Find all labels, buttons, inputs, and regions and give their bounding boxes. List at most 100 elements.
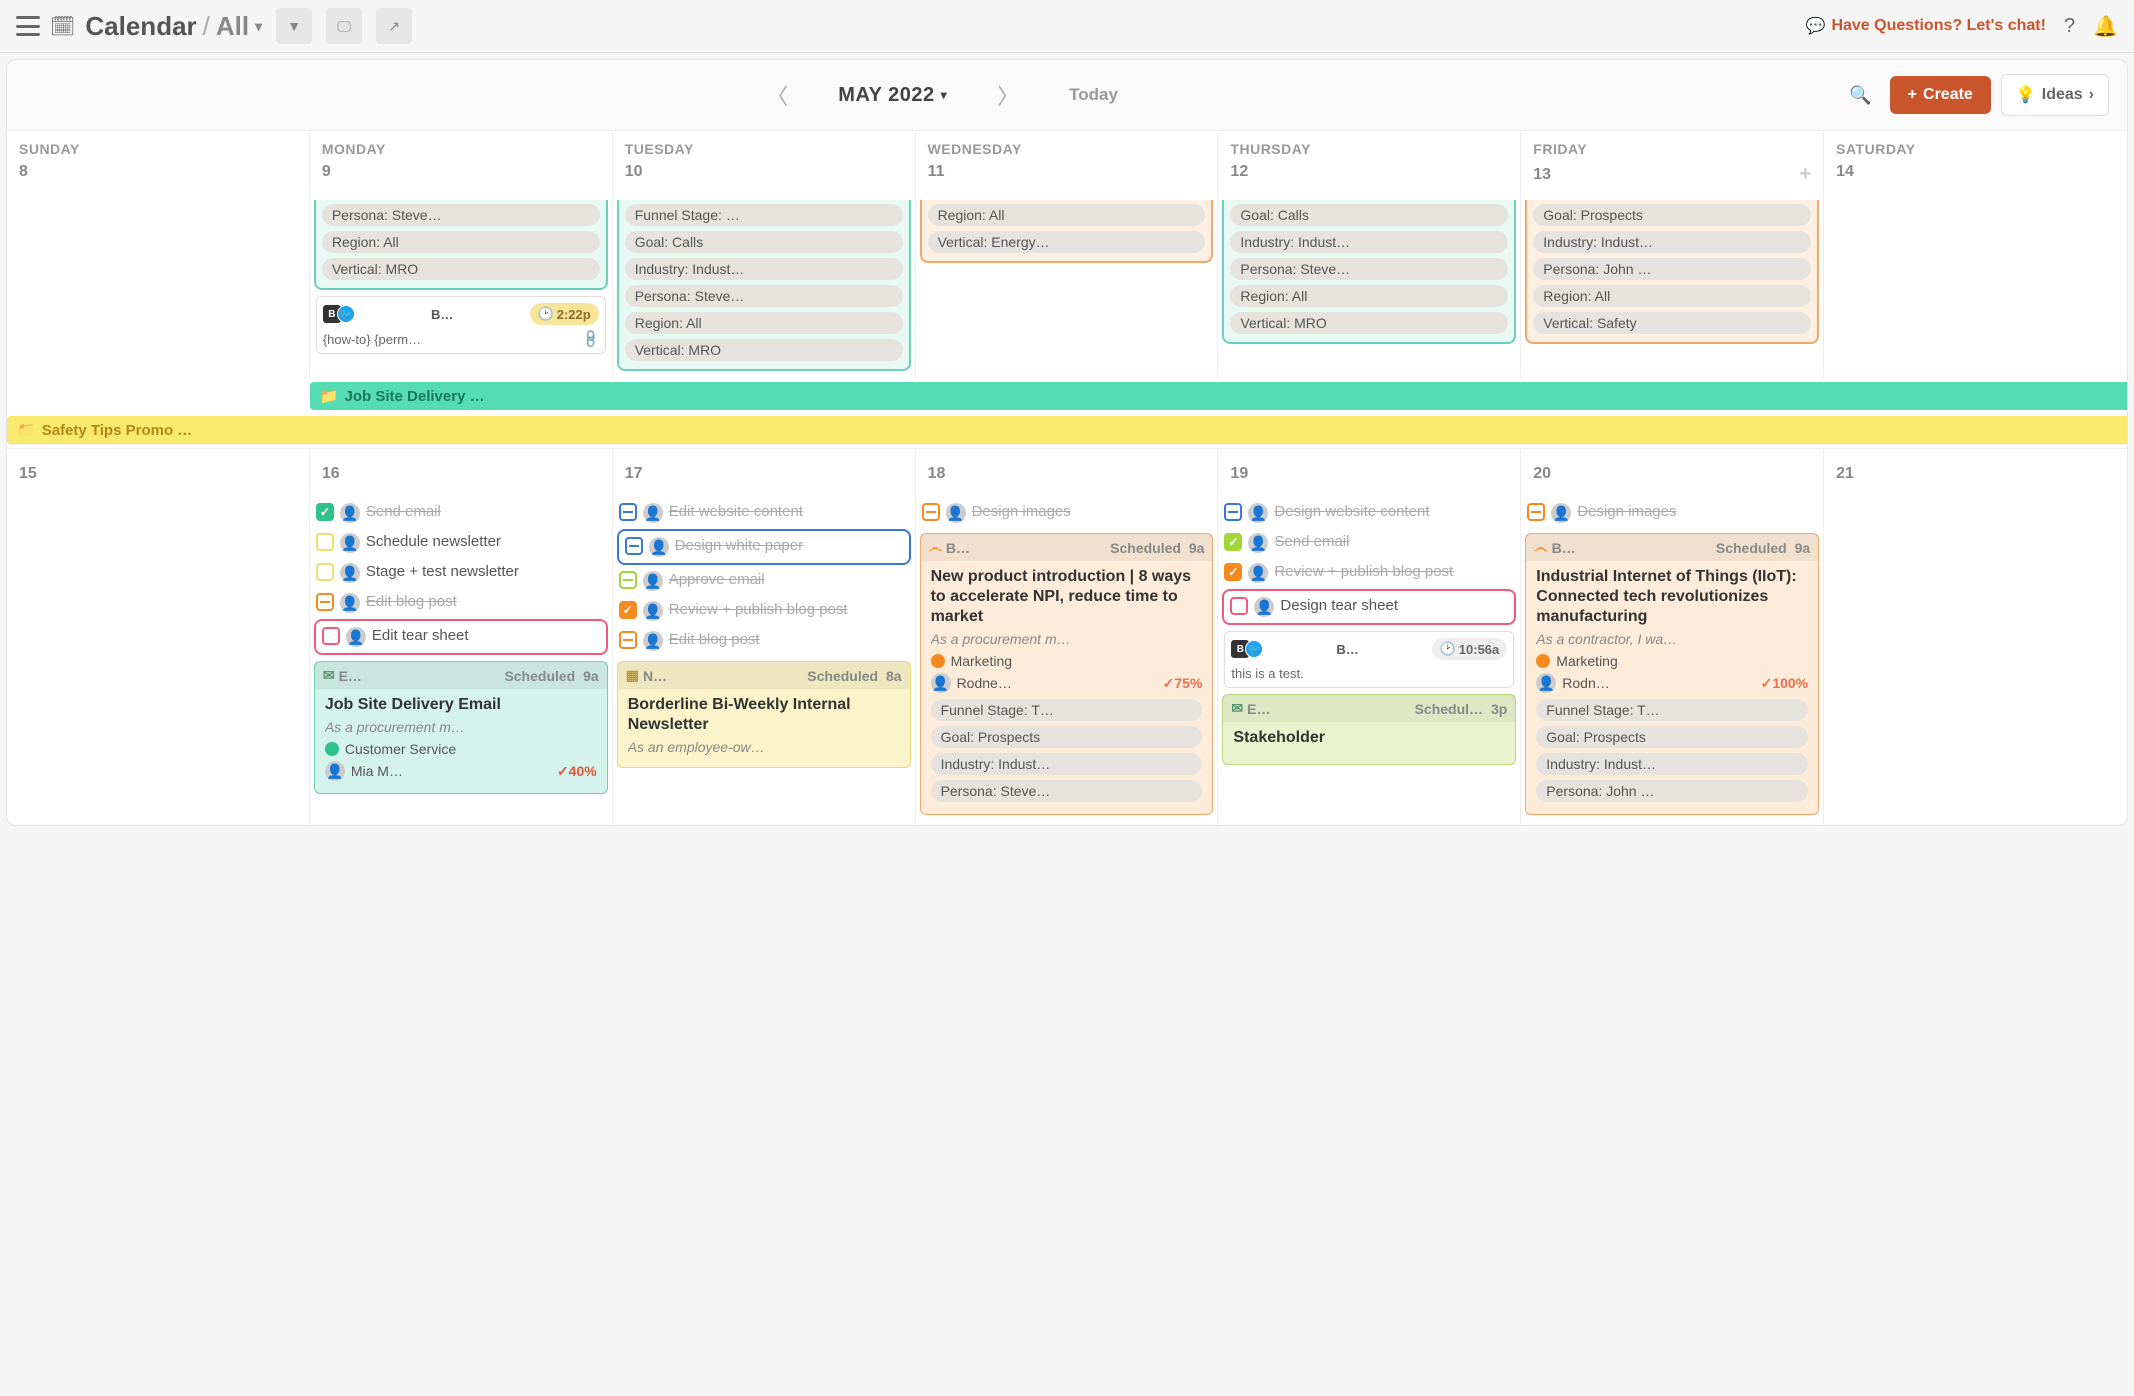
tag: Vertical: MRO	[1230, 312, 1508, 334]
checkbox-icon[interactable]	[316, 533, 334, 551]
checkbox-icon[interactable]	[619, 503, 637, 521]
task-item[interactable]: 👤Approve email	[617, 567, 911, 595]
tag: Region: All	[928, 204, 1206, 226]
tag-block[interactable]: Persona: Steve… Region: All Vertical: MR…	[314, 200, 608, 290]
task-item[interactable]: 👤Edit website content	[617, 499, 911, 527]
avatar: 👤	[946, 503, 966, 523]
checkbox-icon[interactable]	[625, 537, 643, 555]
checkbox-icon[interactable]: ✓	[316, 503, 334, 521]
task-label: Stage + test newsletter	[366, 563, 519, 581]
content-card[interactable]: ✉E…Scheduled 9a Job Site Delivery Email …	[314, 661, 608, 794]
task-item[interactable]: 👤Edit blog post	[314, 589, 608, 617]
content-card[interactable]: ෴B…Scheduled 9a New product introduction…	[920, 533, 1214, 815]
category-dot	[325, 742, 339, 756]
task-label: Approve email	[669, 571, 765, 589]
avatar: 👤	[1551, 503, 1571, 523]
task-item[interactable]: 👤Design tear sheet	[1222, 589, 1516, 625]
share-button[interactable]: ↗	[376, 8, 412, 44]
progress-pct: ✓75%	[1163, 675, 1203, 692]
breadcrumb: Calendar / All ▾	[85, 11, 262, 42]
task-item[interactable]: 👤Design images	[1525, 499, 1819, 527]
filter-button[interactable]: ▼	[276, 8, 312, 44]
avatar: 👤	[1254, 597, 1274, 617]
checkbox-icon[interactable]	[619, 571, 637, 589]
chat-label: Have Questions? Let's chat!	[1831, 17, 2046, 35]
breadcrumb-scope[interactable]: All	[216, 11, 249, 42]
day-name: THURSDAY	[1230, 141, 1508, 157]
task-item[interactable]: ✓👤Send email	[314, 499, 608, 527]
social-body: this is a test.	[1231, 666, 1303, 681]
tag-block[interactable]: Goal: Prospects Industry: Indust… Person…	[1525, 200, 1819, 344]
task-item[interactable]: ✓👤Review + publish blog post	[1222, 559, 1516, 587]
checkbox-icon[interactable]: ✓	[1224, 533, 1242, 551]
checkbox-icon[interactable]	[316, 563, 334, 581]
lightbulb-icon: 💡	[2016, 85, 2036, 105]
ideas-button[interactable]: 💡 Ideas ›	[2001, 74, 2109, 116]
rss-icon: ෴	[1534, 539, 1547, 556]
avatar: 👤	[643, 503, 663, 523]
task-item[interactable]: 👤Edit tear sheet	[314, 619, 608, 655]
create-button[interactable]: + Create	[1890, 76, 1991, 114]
task-item[interactable]: 👤Design images	[920, 499, 1214, 527]
help-icon[interactable]: ?	[2064, 15, 2075, 38]
tag: Persona: John …	[1533, 258, 1811, 280]
checkbox-icon[interactable]	[316, 593, 334, 611]
month-label: MAY 2022	[838, 84, 934, 107]
task-label: Edit blog post	[366, 593, 457, 611]
checkbox-icon[interactable]	[1527, 503, 1545, 521]
category-label: Marketing	[951, 653, 1012, 669]
tag: Persona: Steve…	[322, 204, 600, 226]
avatar: 👤	[931, 673, 951, 693]
link-icon: 🔗	[579, 328, 602, 351]
checkbox-icon[interactable]	[619, 631, 637, 649]
day-num: 16	[322, 465, 600, 483]
chat-link[interactable]: 💬 Have Questions? Let's chat!	[1806, 16, 2046, 36]
day-num: 20	[1533, 465, 1811, 483]
task-label: Send email	[1274, 533, 1349, 551]
content-card[interactable]: ✉E…Schedul… 3p Stakeholder	[1222, 694, 1516, 765]
search-icon[interactable]: 🔍	[1849, 85, 1871, 106]
card-title: New product introduction | 8 ways to acc…	[931, 567, 1203, 627]
tag-block[interactable]: Region: All Vertical: Energy…	[920, 200, 1214, 263]
content-card[interactable]: ▦N…Scheduled 8a Borderline Bi-Weekly Int…	[617, 661, 911, 768]
menu-icon[interactable]	[16, 16, 40, 36]
checkbox-icon[interactable]: ✓	[1224, 563, 1242, 581]
task-item[interactable]: 👤Design white paper	[617, 529, 911, 565]
project-span-bar[interactable]: 📁 Safety Tips Promo …	[7, 416, 2127, 445]
task-item[interactable]: 👤Design website content	[1222, 499, 1516, 527]
day-name: SUNDAY	[19, 141, 297, 157]
person-name: Mia M…	[351, 763, 551, 779]
task-item[interactable]: 👤Edit blog post	[617, 627, 911, 655]
checkbox-icon[interactable]	[1224, 503, 1242, 521]
task-item[interactable]: ✓👤Review + publish blog post	[617, 597, 911, 625]
avatar: 👤	[1536, 673, 1556, 693]
chevron-down-icon[interactable]: ▾	[255, 18, 262, 35]
checkbox-icon[interactable]: ✓	[619, 601, 637, 619]
tag-block[interactable]: Goal: Calls Industry: Indust… Persona: S…	[1222, 200, 1516, 344]
prev-arrow-icon[interactable]: 〈	[756, 75, 798, 115]
avatar: 👤	[346, 627, 366, 647]
project-span-bar[interactable]: 📁 Job Site Delivery …	[310, 382, 2127, 410]
tag: Funnel Stage: …	[625, 204, 903, 226]
next-arrow-icon[interactable]: 〉	[987, 75, 1029, 115]
task-item[interactable]: 👤Schedule newsletter	[314, 529, 608, 557]
month-title[interactable]: MAY 2022 ▾	[838, 84, 947, 107]
day-num: 19	[1230, 465, 1508, 483]
today-button[interactable]: Today	[1069, 85, 1118, 105]
tag-block[interactable]: Funnel Stage: … Goal: Calls Industry: In…	[617, 200, 911, 371]
social-card[interactable]: B🐦 B… 🕑10:56a this is a test.	[1224, 631, 1514, 688]
task-item[interactable]: 👤Stage + test newsletter	[314, 559, 608, 587]
content-card[interactable]: ෴B…Scheduled 9a Industrial Internet of T…	[1525, 533, 1819, 815]
bell-icon[interactable]: 🔔	[2093, 14, 2118, 39]
checkbox-icon[interactable]	[922, 503, 940, 521]
task-item[interactable]: ✓👤Send email	[1222, 529, 1516, 557]
social-card[interactable]: B🐦 B… 🕑2:22p {how-to} {perm…🔗	[316, 296, 606, 354]
tag: Industry: Indust…	[625, 258, 903, 280]
checkbox-icon[interactable]	[1230, 597, 1248, 615]
task-label: Edit blog post	[669, 631, 760, 649]
checkbox-icon[interactable]	[322, 627, 340, 645]
display-button[interactable]: 🖵	[326, 8, 362, 44]
avatar: 👤	[1248, 563, 1268, 583]
category-label: Marketing	[1556, 653, 1617, 669]
add-icon[interactable]: +	[1799, 163, 1811, 186]
